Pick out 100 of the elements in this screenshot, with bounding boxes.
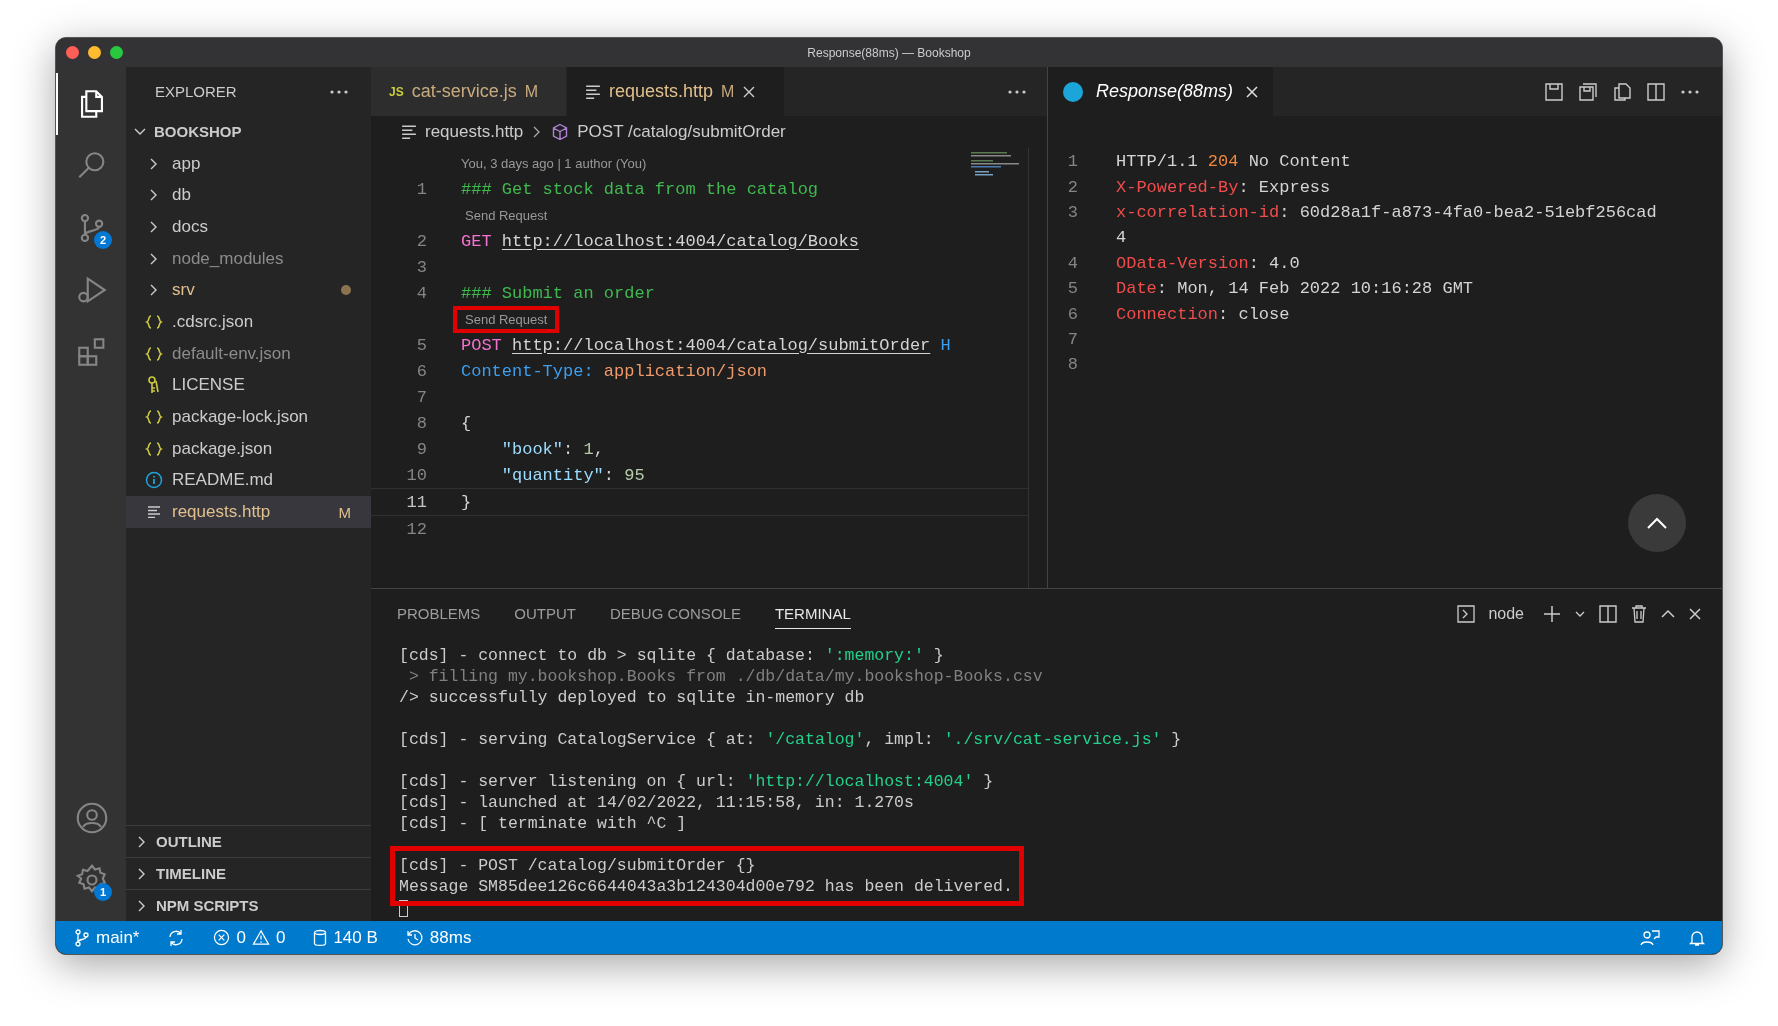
save-all-icon[interactable] — [1578, 81, 1598, 102]
info-icon — [145, 471, 163, 490]
terminal-cursor — [399, 900, 408, 917]
terminal-line: [cds] - serving CatalogService { at: '/catalog', impl: './srv/cat-service.js' } — [399, 729, 1183, 750]
modified-label: M — [338, 503, 351, 521]
line-number: 5 — [415, 335, 428, 355]
tree-item[interactable]: docs — [126, 211, 371, 243]
count-badge: 2 — [94, 231, 112, 249]
tree-item[interactable]: app — [126, 147, 371, 180]
braces-icon — [145, 440, 163, 457]
warning-icon — [251, 929, 270, 946]
close-icon[interactable] — [742, 84, 757, 99]
line-number: 7 — [415, 387, 428, 407]
file-name: default-env.json — [172, 343, 292, 364]
code-line: { — [461, 413, 472, 433]
close-icon[interactable] — [1688, 607, 1702, 621]
line-number: 9 — [415, 439, 428, 459]
account-icon[interactable] — [74, 800, 110, 836]
tree-item[interactable]: README.md — [126, 464, 371, 497]
panel-tab[interactable]: PROBLEMS — [397, 599, 481, 629]
file-name: db — [172, 185, 192, 206]
branch-indicator[interactable]: main* — [74, 927, 140, 948]
activity-bar-button[interactable]: 2 — [56, 197, 126, 259]
lines-icon — [401, 125, 417, 139]
blame-annotation: You, 3 days ago | 1 author (You) — [461, 155, 647, 171]
more-icon[interactable] — [1007, 88, 1027, 95]
problems-indicator[interactable]: 0 0 — [213, 927, 286, 948]
code-line: "quantity": 95 — [500, 465, 645, 485]
duration-indicator[interactable]: 88ms — [405, 927, 472, 948]
split-editor-icon[interactable] — [1646, 81, 1666, 102]
sidebar-section[interactable]: OUTLINE — [126, 825, 371, 857]
file-name: docs — [172, 216, 209, 237]
panel-tab[interactable]: TERMINAL — [774, 599, 851, 629]
plus-icon[interactable] — [1542, 604, 1562, 624]
minimize-window-button[interactable] — [88, 46, 101, 59]
braces-icon — [145, 313, 163, 330]
zoom-window-button[interactable] — [110, 46, 123, 59]
bell-icon[interactable] — [1688, 928, 1706, 947]
cube-icon — [551, 123, 570, 141]
response-line: Connection: close — [1116, 304, 1290, 324]
breadcrumb-item[interactable]: POST /catalog/submitOrder — [577, 122, 786, 142]
editor-tab[interactable]: requests.http M — [567, 67, 786, 116]
editor-tab[interactable]: JS cat-service.js M — [371, 67, 568, 116]
key-icon — [146, 376, 162, 395]
response-tab[interactable]: Response(88ms) — [1048, 67, 1275, 116]
close-icon[interactable] — [1245, 84, 1260, 99]
circle-logo-icon — [1062, 80, 1084, 103]
trash-icon[interactable] — [1630, 604, 1648, 624]
terminal-name[interactable]: node — [1488, 605, 1524, 623]
size-indicator[interactable]: 140 B — [313, 927, 378, 948]
count-badge: 1 — [94, 883, 112, 901]
save-icon[interactable] — [1544, 81, 1564, 102]
line-number: 2 — [415, 231, 428, 251]
terminal-line: [cds] - launched at 14/02/2022, 11:15:58, in: 1.270s — [399, 792, 915, 813]
feedback-icon[interactable] — [1640, 928, 1660, 947]
sidebar-title: EXPLORER — [155, 83, 237, 100]
panel-tab[interactable]: OUTPUT — [514, 599, 577, 629]
tree-item[interactable]: srv — [126, 274, 371, 307]
send-request-link[interactable]: Send Request — [453, 305, 560, 333]
code-line: POST http://localhost:4004/catalog/submitOrder H — [461, 335, 951, 355]
line-number: 6 — [415, 361, 428, 381]
response-line: Date: Mon, 14 Feb 2022 10:16:28 GMT — [1116, 279, 1474, 299]
response-line: X-Powered-By: Express — [1116, 177, 1331, 197]
file-name: package-lock.json — [172, 407, 310, 428]
split-terminal-icon[interactable] — [1598, 604, 1618, 624]
tree-item[interactable]: db — [126, 179, 371, 212]
terminal-icon — [1456, 604, 1477, 624]
response-line: x-correlation-id: 60d28a1f-a873-4fa0-bea2-51ebf256cad — [1116, 202, 1657, 222]
sidebar-section[interactable]: TIMELINE — [126, 857, 371, 889]
tree-item[interactable]: package.json — [126, 432, 371, 465]
more-icon[interactable] — [329, 88, 349, 95]
tree-item[interactable]: LICENSE — [126, 369, 371, 402]
line-number: 7 — [1066, 329, 1079, 349]
window-title: Response(88ms) — Bookshop — [807, 45, 971, 60]
file-name: srv — [172, 280, 196, 301]
more-icon[interactable] — [1680, 88, 1700, 95]
send-request-link[interactable]: Send Request — [453, 201, 560, 229]
panel-tab[interactable]: DEBUG CONSOLE — [610, 599, 741, 629]
history-icon — [405, 928, 424, 947]
file-name: package.json — [172, 438, 274, 459]
tree-item[interactable]: requests.http M — [126, 496, 371, 528]
braces-icon — [145, 409, 163, 426]
line-number: 12 — [405, 519, 428, 539]
breadcrumb-item[interactable]: requests.http — [425, 122, 524, 142]
terminal-line: [cds] - POST /catalog/submitOrder {} — [399, 855, 757, 876]
chevron-up-icon[interactable] — [1660, 608, 1676, 620]
tree-item[interactable]: default-env.json — [126, 337, 371, 370]
sync-icon[interactable] — [167, 928, 186, 947]
tree-folder[interactable]: BOOKSHOP — [126, 116, 371, 148]
terminal-line: > filling my.bookshop.Books from ./db/data/my.bookshop-Books.csv — [407, 666, 1044, 687]
terminal-line: Message SM85dee126c6644043a3b124304d00e792 has been delivered. — [399, 876, 1013, 897]
copy-icon[interactable] — [1612, 81, 1632, 102]
tree-item[interactable]: package-lock.json — [126, 401, 371, 433]
tree-item[interactable]: .cdsrc.json — [126, 306, 371, 338]
terminal-line: [cds] - server listening on { url: 'http://localhost:4004' } — [399, 771, 995, 792]
tree-item[interactable]: node_modules — [126, 242, 371, 275]
file-name: requests.http — [172, 502, 272, 523]
line-number: 4 — [1066, 253, 1079, 273]
close-window-button[interactable] — [66, 46, 79, 59]
terminal-line: [cds] - connect to db > sqlite { database: ':memory:' } — [399, 645, 945, 666]
